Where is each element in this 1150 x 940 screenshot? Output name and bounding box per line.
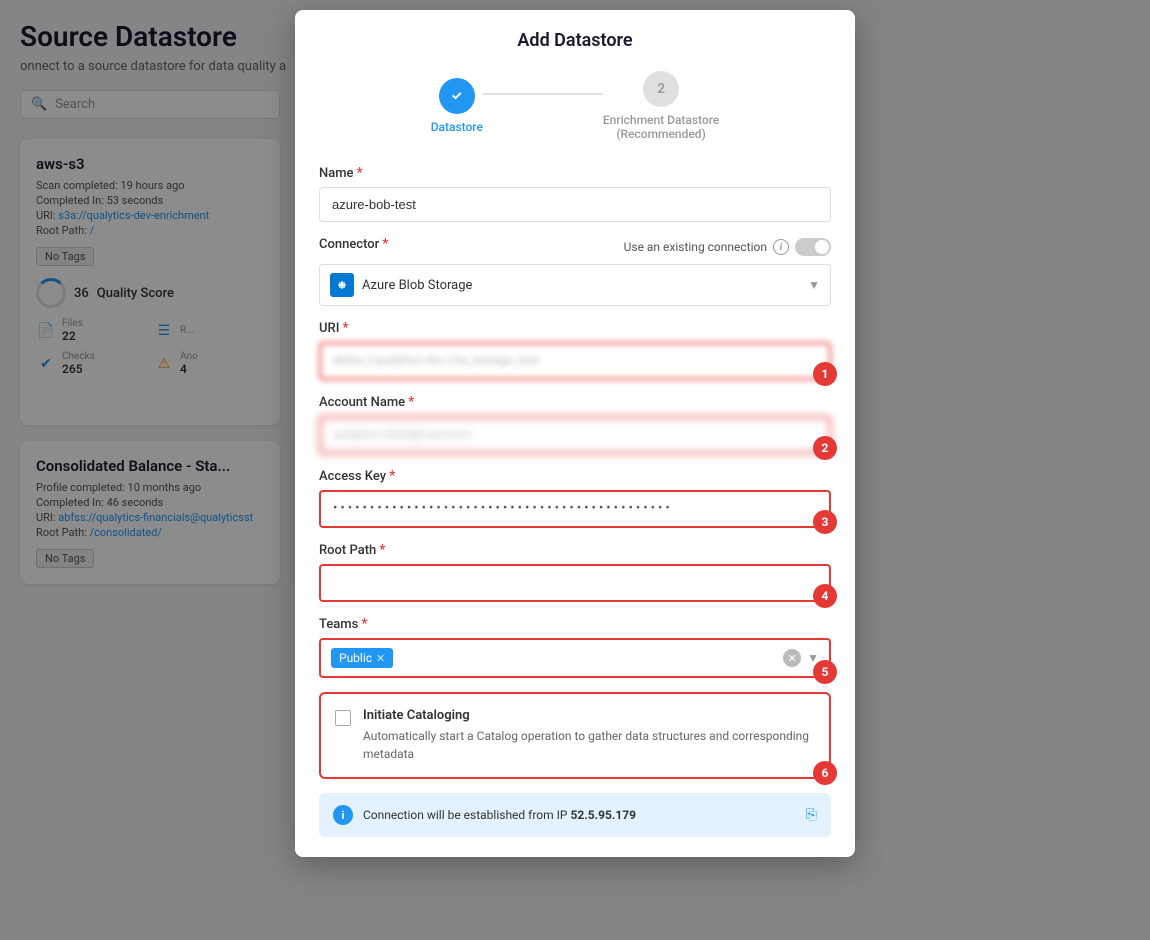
account-name-blurred: qualytics-storage-account [319,416,831,454]
chip-remove-icon[interactable]: ✕ [376,652,385,665]
ip-value: 52.5.95.179 [570,808,636,822]
uri-field-wrapper: abfss://qualytics-dev-s3a_storage_test 1 [319,342,831,380]
connector-value: Azure Blob Storage [362,278,808,293]
root-path-input[interactable] [319,564,831,602]
ip-info-text: Connection will be established from IP 5… [363,808,796,822]
info-bar-icon: i [333,805,353,825]
connector-select[interactable]: Azure Blob Storage ▼ [319,264,831,306]
badge-6: 6 [813,761,837,785]
name-group: Name * [319,165,831,222]
name-required: * [357,165,363,181]
uri-blurred-value: abfss://qualytics-dev-s3a_storage_test [319,342,831,380]
uri-label: URI * [319,320,831,336]
access-key-group: Access Key * •••••••••••••••••••••••••••… [319,468,831,528]
copy-icon[interactable]: ⎘ [806,807,817,823]
connector-label: Connector * [319,236,388,252]
access-key-label: Access Key * [319,468,831,484]
uri-required: * [342,320,348,336]
name-label: Name * [319,165,831,181]
account-name-field-wrapper: qualytics-storage-account 2 [319,416,831,454]
teams-field-wrapper: Public ✕ ✕ ▼ 5 [319,638,831,678]
badge-3: 3 [813,510,837,534]
access-key-field-wrapper: ••••••••••••••••••••••••••••••••••••••••… [319,490,831,528]
step-1-label: Datastore [431,120,483,134]
step-connector [483,93,603,95]
clear-teams-button[interactable]: ✕ [783,649,801,667]
root-path-required: * [379,542,385,558]
account-required: * [408,394,414,410]
name-input[interactable] [319,187,831,222]
teams-input[interactable]: Public ✕ ✕ ▼ [319,638,831,678]
teams-actions: ✕ ▼ [783,649,819,667]
modal-title: Add Datastore [319,30,831,51]
info-icon: i [773,239,789,255]
catalog-box: Initiate Cataloging Automatically start … [319,692,831,779]
step-1-circle [439,78,475,114]
root-path-field-wrapper: 4 [319,564,831,602]
stepper: Datastore 2 Enrichment Datastore(Recomme… [319,71,831,141]
teams-required: * [361,616,367,632]
uri-group: URI * abfss://qualytics-dev-s3a_storage_… [319,320,831,380]
catalog-title: Initiate Cataloging [363,708,815,723]
chip-label: Public [339,651,372,665]
connector-required: * [382,236,388,252]
step-2: 2 Enrichment Datastore(Recommended) [603,71,719,141]
account-name-group: Account Name * qualytics-storage-account… [319,394,831,454]
connector-row: Connector * Use an existing connection i [319,236,831,258]
root-path-label: Root Path * [319,542,831,558]
badge-5: 5 [813,660,837,684]
modal-overlay: Add Datastore Datastore 2 Enrichment Dat… [0,0,1150,940]
ip-info-bar: i Connection will be established from IP… [319,793,831,837]
catalog-desc: Automatically start a Catalog operation … [363,727,815,763]
access-key-required: * [389,468,395,484]
catalog-checkbox[interactable] [335,710,351,726]
add-datastore-modal: Add Datastore Datastore 2 Enrichment Dat… [295,10,855,857]
access-key-dots: ••••••••••••••••••••••••••••••••••••••••… [319,490,831,528]
badge-2: 2 [813,436,837,460]
account-name-label: Account Name * [319,394,831,410]
catalog-content: Initiate Cataloging Automatically start … [363,708,815,763]
root-path-group: Root Path * 4 [319,542,831,602]
step-2-label: Enrichment Datastore(Recommended) [603,113,719,141]
existing-connection-toggle[interactable] [795,238,831,256]
modal-body: Name * Connector * Use an existing conne… [295,165,855,857]
use-existing-toggle: Use an existing connection i [624,238,831,256]
public-chip[interactable]: Public ✕ [331,648,393,668]
modal-header: Add Datastore Datastore 2 Enrichment Dat… [295,10,855,141]
connector-group: Connector * Use an existing connection i [319,236,831,306]
step-2-circle: 2 [643,71,679,107]
teams-label: Teams * [319,616,831,632]
catalog-field-wrapper: Initiate Cataloging Automatically start … [319,692,831,779]
chevron-down-icon: ▼ [808,278,820,292]
azure-blob-icon [330,273,354,297]
badge-4: 4 [813,584,837,608]
step-1: Datastore [431,78,483,134]
badge-1: 1 [813,362,837,386]
teams-group: Teams * Public ✕ ✕ ▼ 5 [319,616,831,678]
